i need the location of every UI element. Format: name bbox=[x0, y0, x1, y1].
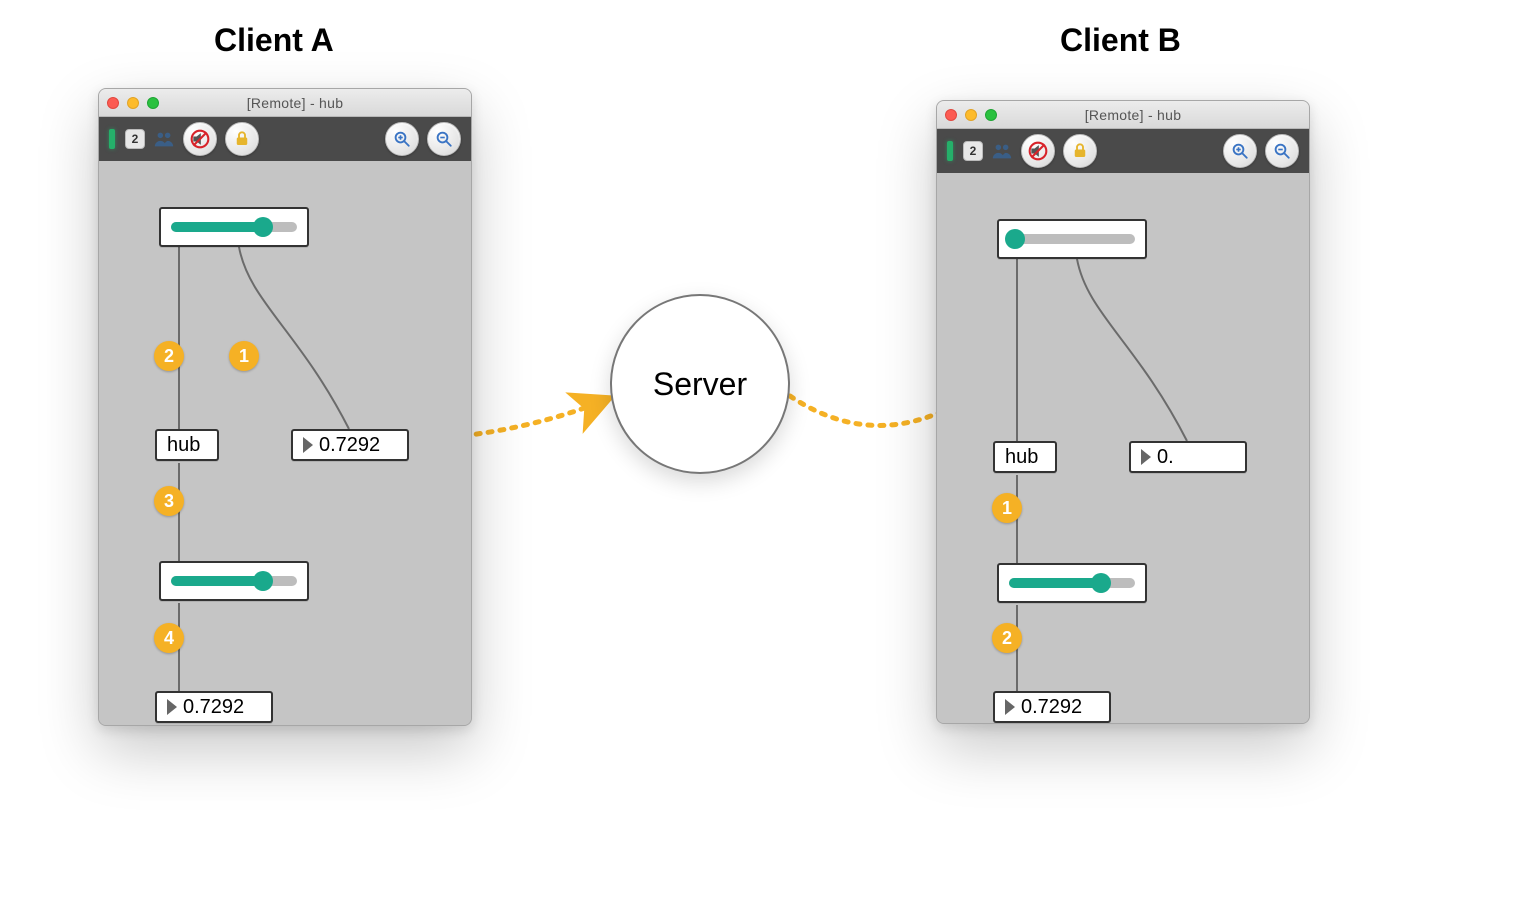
zoom-out-icon bbox=[435, 130, 453, 148]
traffic-lights bbox=[945, 109, 997, 121]
step-marker-3: 3 bbox=[154, 486, 184, 516]
triangle-icon bbox=[167, 699, 177, 715]
server-node: Server bbox=[610, 294, 790, 474]
window-client-a: [Remote] - hub 2 bbox=[98, 88, 472, 726]
user-count-badge: 2 bbox=[963, 141, 983, 161]
users-icon bbox=[991, 140, 1013, 162]
number-box-inline[interactable]: 0.7292 bbox=[291, 429, 409, 461]
slider-top[interactable] bbox=[159, 207, 309, 247]
toolbar: 2 bbox=[99, 117, 471, 161]
mute-audio-icon bbox=[1028, 141, 1048, 161]
patcher-canvas[interactable]: hub 0. 1 2 0.7292 bbox=[937, 173, 1309, 723]
titlebar[interactable]: [Remote] - hub bbox=[99, 89, 471, 117]
window-title: [Remote] - hub bbox=[167, 95, 463, 111]
lock-icon bbox=[1071, 142, 1089, 160]
step-marker-2: 2 bbox=[154, 341, 184, 371]
triangle-icon bbox=[1141, 449, 1151, 465]
hub-label: hub bbox=[1005, 446, 1038, 469]
hub-object[interactable]: hub bbox=[155, 429, 219, 461]
lock-button[interactable] bbox=[1063, 134, 1097, 168]
hub-object[interactable]: hub bbox=[993, 441, 1057, 473]
number-value: 0. bbox=[1157, 446, 1174, 469]
number-box-inline[interactable]: 0. bbox=[1129, 441, 1247, 473]
zoom-in-button[interactable] bbox=[385, 122, 419, 156]
triangle-icon bbox=[1005, 699, 1015, 715]
titlebar[interactable]: [Remote] - hub bbox=[937, 101, 1309, 129]
zoom-out-button[interactable] bbox=[1265, 134, 1299, 168]
maximize-icon[interactable] bbox=[147, 97, 159, 109]
traffic-lights bbox=[107, 97, 159, 109]
minimize-icon[interactable] bbox=[965, 109, 977, 121]
close-icon[interactable] bbox=[945, 109, 957, 121]
slider-bottom[interactable] bbox=[997, 563, 1147, 603]
zoom-out-button[interactable] bbox=[427, 122, 461, 156]
close-icon[interactable] bbox=[107, 97, 119, 109]
step-marker-1: 1 bbox=[992, 493, 1022, 523]
zoom-in-icon bbox=[393, 130, 411, 148]
window-title: [Remote] - hub bbox=[1005, 107, 1301, 123]
window-client-b: [Remote] - hub 2 bbox=[936, 100, 1310, 724]
server-label: Server bbox=[653, 366, 747, 403]
number-box-bottom[interactable]: 0.7292 bbox=[993, 691, 1111, 723]
step-marker-2: 2 bbox=[992, 623, 1022, 653]
toolbar: 2 bbox=[937, 129, 1309, 173]
mute-audio-button[interactable] bbox=[1021, 134, 1055, 168]
step-marker-4: 4 bbox=[154, 623, 184, 653]
zoom-in-icon bbox=[1231, 142, 1249, 160]
minimize-icon[interactable] bbox=[127, 97, 139, 109]
slider-bottom[interactable] bbox=[159, 561, 309, 601]
triangle-icon bbox=[303, 437, 313, 453]
zoom-in-button[interactable] bbox=[1223, 134, 1257, 168]
number-value: 0.7292 bbox=[183, 696, 244, 719]
lock-icon bbox=[233, 130, 251, 148]
number-box-bottom[interactable]: 0.7292 bbox=[155, 691, 273, 723]
maximize-icon[interactable] bbox=[985, 109, 997, 121]
step-marker-1: 1 bbox=[229, 341, 259, 371]
users-icon bbox=[153, 128, 175, 150]
connection-led bbox=[947, 141, 953, 161]
user-count-badge: 2 bbox=[125, 129, 145, 149]
lock-button[interactable] bbox=[225, 122, 259, 156]
mute-audio-button[interactable] bbox=[183, 122, 217, 156]
hub-label: hub bbox=[167, 434, 200, 457]
connection-led bbox=[109, 129, 115, 149]
number-value: 0.7292 bbox=[1021, 696, 1082, 719]
mute-audio-icon bbox=[190, 129, 210, 149]
number-value: 0.7292 bbox=[319, 434, 380, 457]
slider-top[interactable] bbox=[997, 219, 1147, 259]
patcher-canvas[interactable]: 2 1 3 4 hub 0.7292 0.7292 bbox=[99, 161, 471, 725]
zoom-out-icon bbox=[1273, 142, 1291, 160]
